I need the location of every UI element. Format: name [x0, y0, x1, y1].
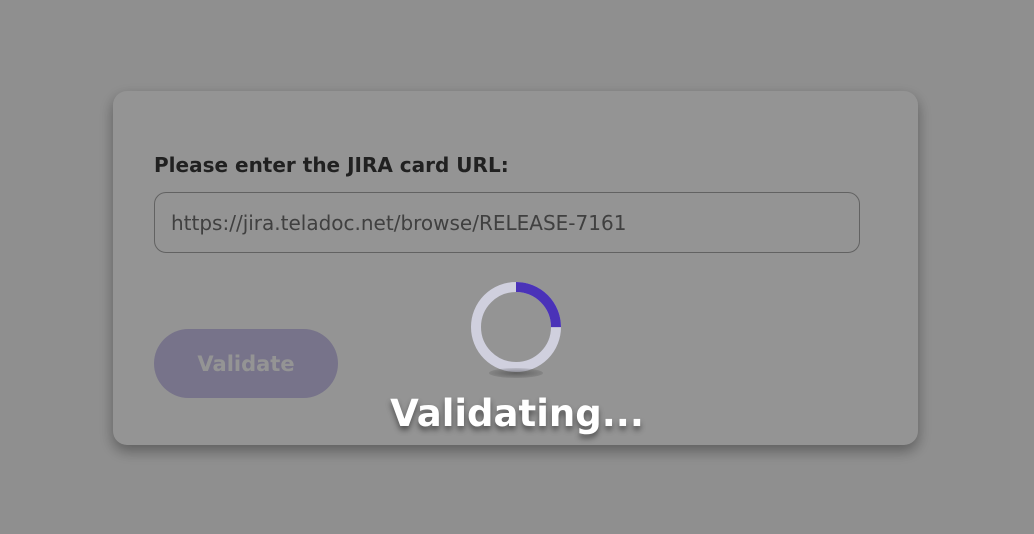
- loading-overlay: Validating...: [0, 0, 1034, 534]
- loading-text: Validating...: [390, 392, 644, 435]
- spinner-shadow: [489, 368, 543, 378]
- loading-spinner-icon: [471, 282, 561, 372]
